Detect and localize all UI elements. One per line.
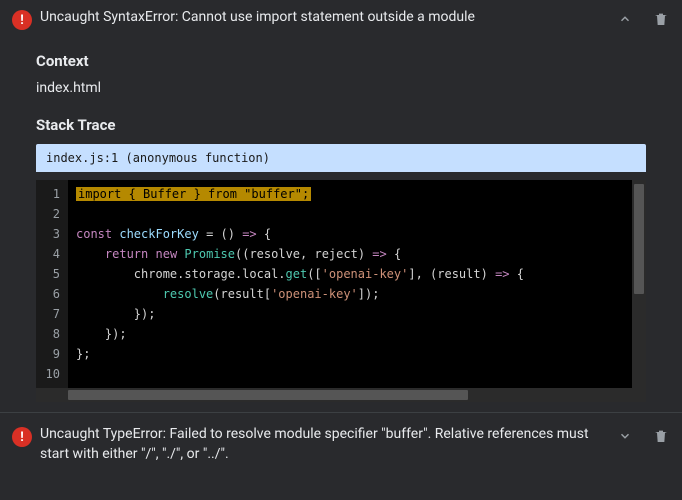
line-number: 6 [42,284,60,304]
error-icon: ! [12,427,32,447]
code-line: chrome.storage.local.get(['openai-key'],… [76,264,638,284]
line-number: 3 [42,224,60,244]
code-line [76,364,638,384]
error-row: ! Uncaught TypeError: Failed to resolve … [0,412,682,476]
code-content: import { Buffer } from "buffer"; const ch… [68,180,646,388]
line-number: 8 [42,324,60,344]
code-block: 12345678910 import { Buffer } from "buff… [36,180,646,388]
vertical-scrollbar[interactable] [632,180,646,388]
code-line: }; [76,344,638,364]
trash-icon[interactable] [652,427,670,445]
code-line [76,204,638,224]
error-actions [616,427,670,445]
code-line: import { Buffer } from "buffer"; [76,184,638,204]
context-file: index.html [36,80,646,96]
context-section: Context index.html [0,38,682,102]
chevron-up-icon[interactable] [616,10,634,28]
horizontal-scrollbar[interactable] [36,388,646,402]
code-line: resolve(result['openai-key']); [76,284,638,304]
line-number: 7 [42,304,60,324]
line-number: 5 [42,264,60,284]
line-number: 1 [42,184,60,204]
vertical-scrollbar-thumb[interactable] [634,184,644,294]
stack-trace-heading: Stack Trace [36,116,646,134]
trash-icon[interactable] [652,10,670,28]
error-row: ! Uncaught SyntaxError: Cannot use impor… [0,0,682,38]
error-message: Uncaught SyntaxError: Cannot use import … [40,8,608,28]
code-line: }); [76,324,638,344]
line-number: 4 [42,244,60,264]
chevron-down-icon[interactable] [616,427,634,445]
horizontal-scrollbar-thumb[interactable] [68,390,468,400]
line-number: 10 [42,364,60,384]
stack-trace-section: Stack Trace index.js:1 (anonymous functi… [0,102,682,404]
line-number: 9 [42,344,60,364]
context-heading: Context [36,52,646,70]
line-number: 2 [42,204,60,224]
stack-trace-location[interactable]: index.js:1 (anonymous function) [36,144,646,172]
code-gutter: 12345678910 [36,180,68,388]
code-line: }); [76,304,638,324]
error-icon: ! [12,10,32,30]
code-line: return new Promise((resolve, reject) => … [76,244,638,264]
code-line: const checkForKey = () => { [76,224,638,244]
error-actions [616,10,670,28]
error-message: Uncaught TypeError: Failed to resolve mo… [40,425,608,464]
